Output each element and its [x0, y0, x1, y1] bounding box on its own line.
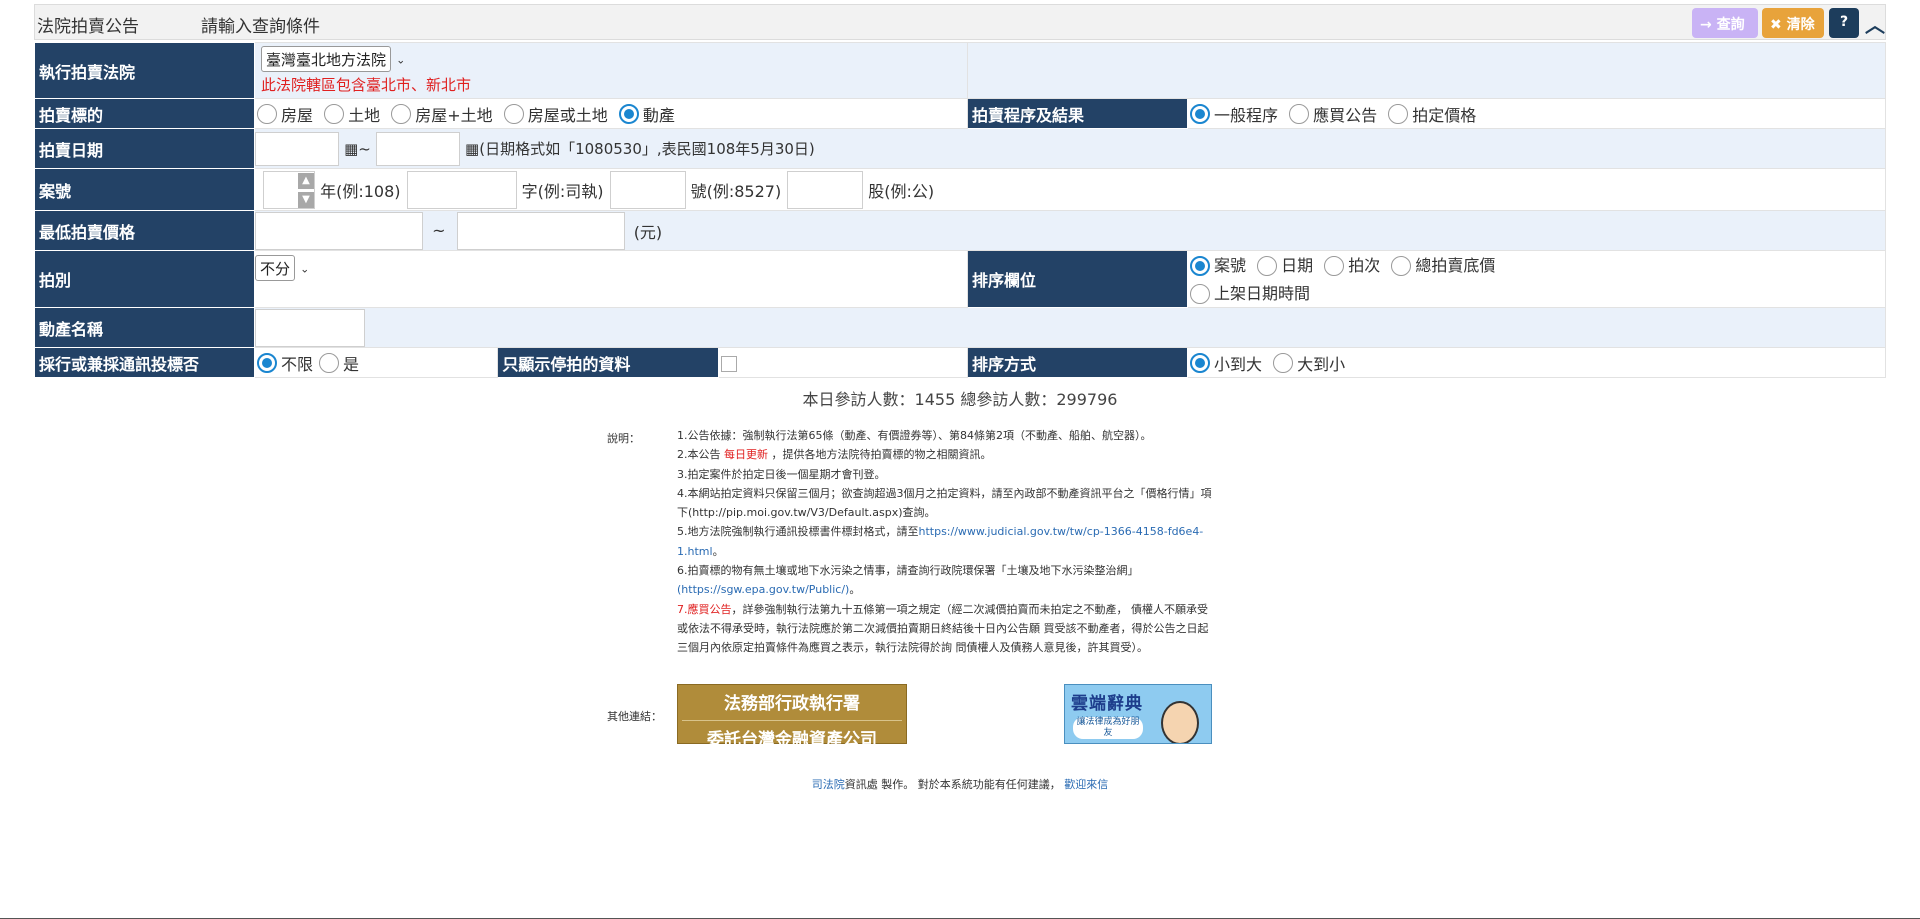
radio-target-house-and-land[interactable]	[391, 103, 412, 124]
search-form: 執行拍賣法院 臺灣臺北地方法院 ⌄ 此法院轄區包含臺北市、新北市 拍賣標的 房屋…	[34, 42, 1886, 378]
moi-link[interactable]: 下(http://pip.moi.gov.tw/V3/Default.aspx)…	[677, 503, 1317, 522]
radio-procedure-general[interactable]	[1190, 103, 1210, 124]
help-button[interactable]: ?	[1829, 8, 1859, 38]
clear-button[interactable]: ✖ 清除	[1762, 8, 1824, 38]
case-unit-input[interactable]	[787, 170, 864, 209]
footer: 司法院資訊處 製作。 對於本系統功能有任何建議， 歡迎來信	[811, 778, 1109, 791]
item-name-input[interactable]	[255, 308, 365, 347]
radio-procedure-purchase-notice[interactable]	[1289, 103, 1310, 124]
stopped-only-checkbox[interactable]	[720, 355, 737, 372]
radio-telecom-any[interactable]	[257, 352, 277, 373]
calendar-icon[interactable]: ▦	[344, 140, 358, 158]
radio-sort-case-no[interactable]	[1190, 255, 1210, 276]
judicial-link[interactable]: https://www.judicial.gov.tw/tw/cp-1366-4…	[919, 525, 1204, 538]
case-no-label: 案號	[34, 168, 255, 211]
other-links-label: 其他連結：	[607, 710, 662, 723]
page-title: 法院拍賣公告	[37, 17, 139, 37]
header-bar: 法院拍賣公告 請輸入查詢條件 → 查詢 ✖ 清除 ? ︿	[34, 4, 1886, 40]
stepper-up-icon[interactable]: ▲	[298, 172, 314, 189]
enforcement-agency-banner[interactable]: 法務部行政執行署 委託台灣金融資產公司	[677, 684, 907, 750]
min-price-to-input[interactable]	[456, 211, 625, 250]
contact-link[interactable]: 歡迎來信	[1064, 778, 1108, 791]
date-to-input[interactable]	[375, 131, 460, 166]
sgw-link[interactable]: (https://sgw.epa.gov.tw/Public/)	[677, 583, 849, 596]
min-price-from-input[interactable]	[255, 211, 423, 250]
sort-field-label: 排序欄位	[967, 250, 1188, 308]
radio-telecom-yes[interactable]	[319, 352, 340, 373]
cloud-dictionary-banner[interactable]: 雲端辭典 讓法律成為好朋友	[1064, 684, 1212, 744]
price-separator: ~	[432, 221, 446, 240]
round-select[interactable]: 不分	[255, 255, 296, 281]
radio-target-land[interactable]	[324, 103, 345, 124]
radio-target-house-or-land[interactable]	[503, 103, 524, 124]
notes-label: 說明：	[607, 432, 640, 445]
stepper-down-icon[interactable]: ▼	[298, 191, 314, 208]
case-number-suffix: 號(例:8527)	[690, 181, 782, 201]
stopped-only-label: 只顯示停拍的資料	[497, 347, 719, 378]
sort-order-label: 排序方式	[967, 347, 1188, 378]
date-format-hint: (日期格式如「1080530」,表民國108年5月30日)	[479, 140, 815, 158]
radio-sort-total-price[interactable]	[1391, 255, 1412, 276]
radio-target-house[interactable]	[257, 103, 277, 124]
case-year-suffix: 年(例:108)	[320, 181, 401, 201]
price-unit: (元)	[633, 222, 663, 242]
mascot-icon	[1161, 701, 1199, 743]
court-label: 執行拍賣法院	[34, 42, 255, 99]
case-year-stepper[interactable]: ▲ ▼	[263, 170, 315, 209]
round-label: 拍別	[34, 250, 255, 308]
radio-sort-listing-time[interactable]	[1190, 283, 1210, 304]
radio-sort-date[interactable]	[1257, 255, 1278, 276]
case-number-input[interactable]	[609, 170, 686, 209]
date-separator: ~	[358, 139, 371, 158]
min-price-label: 最低拍賣價格	[34, 210, 255, 251]
procedure-label: 拍賣程序及結果	[967, 98, 1188, 129]
target-label: 拍賣標的	[34, 98, 255, 129]
item-name-label: 動產名稱	[34, 307, 255, 348]
date-from-input[interactable]	[255, 131, 339, 166]
court-jurisdiction-note: 此法院轄區包含臺北市、新北市	[261, 76, 472, 94]
radio-order-asc[interactable]	[1190, 352, 1210, 373]
radio-order-desc[interactable]	[1273, 352, 1294, 373]
case-unit-suffix: 股(例:公)	[868, 181, 935, 201]
judicial-link-cont[interactable]: 1.html	[677, 545, 713, 558]
radio-target-movable[interactable]	[618, 103, 639, 124]
query-button[interactable]: → 查詢	[1692, 8, 1758, 38]
notes: 1.公告依據：強制執行法第65條（動產、有價證券等）、第84條第2項（不動產、船…	[677, 426, 1317, 658]
telecom-bid-label: 採行或兼採通訊投標否	[34, 347, 255, 378]
case-word-input[interactable]	[406, 170, 517, 209]
court-select[interactable]: 臺灣臺北地方法院	[261, 46, 392, 72]
radio-sort-round[interactable]	[1324, 255, 1345, 276]
chevron-up-icon[interactable]: ︿	[1865, 9, 1885, 38]
date-label: 拍賣日期	[34, 128, 255, 169]
purchase-notice-link[interactable]: 應買公告	[688, 603, 732, 616]
judicial-yuan-link[interactable]: 司法院	[812, 778, 845, 791]
daily-update-tag: 每日更新	[724, 448, 768, 462]
page-subtitle: 請輸入查詢條件	[201, 17, 320, 37]
radio-procedure-sold-price[interactable]	[1388, 103, 1409, 124]
visitor-count: 本日參訪人數：1455 總參訪人數：299796	[802, 390, 1118, 409]
calendar-icon[interactable]: ▦	[465, 140, 479, 158]
case-word-suffix: 字(例:司執)	[521, 181, 604, 201]
